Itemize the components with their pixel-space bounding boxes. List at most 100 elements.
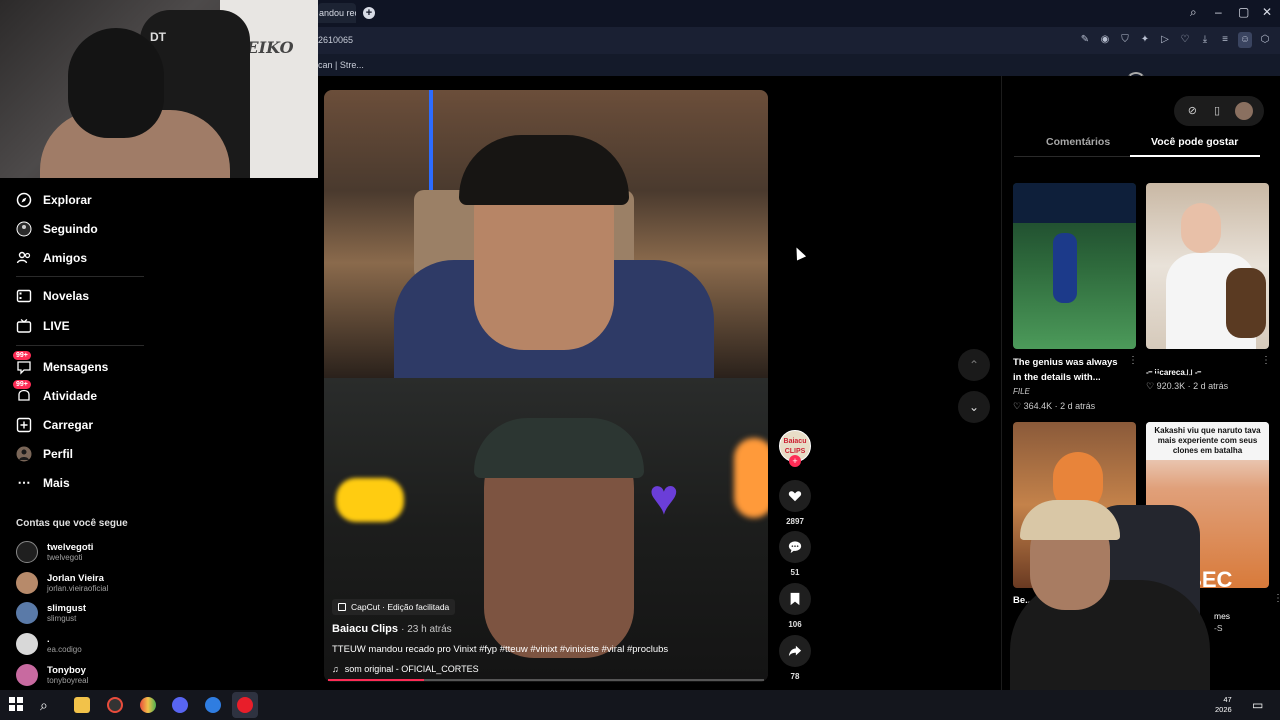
followed-account[interactable]: Tonyboy tonyboyreal: [16, 664, 88, 686]
shield-icon[interactable]: ⛉: [1118, 32, 1132, 48]
followed-account[interactable]: Jorlan Vieira jorlan.vieiraoficial: [16, 572, 108, 594]
video-yellow-light: [336, 478, 404, 522]
video-time: · 23 h atrás: [401, 624, 452, 635]
recommended-video-caption[interactable]: The genius was always in the details wit…: [1013, 355, 1125, 385]
save-button[interactable]: [779, 583, 811, 615]
followed-account[interactable]: . ea.codigo: [16, 633, 82, 655]
browser-tab[interactable]: andou reca: [318, 3, 356, 23]
camera-icon[interactable]: ◉: [1098, 32, 1112, 48]
video-sound[interactable]: ♫ som original - OFICIAL_CORTES: [332, 664, 752, 674]
sound-label: som original - OFICIAL_CORTES: [344, 664, 479, 674]
comment-button[interactable]: [779, 531, 811, 563]
file-explorer-icon[interactable]: [74, 697, 90, 713]
windows-start-icon[interactable]: [9, 697, 25, 713]
sidebar-item-label: Mais: [43, 476, 70, 490]
phone-icon[interactable]: ▯: [1210, 104, 1224, 118]
video-top-frame: [324, 90, 768, 390]
more-options-icon[interactable]: ⋮: [1261, 355, 1271, 366]
close-icon[interactable]: ✕: [1262, 5, 1272, 19]
account-username: slimgust: [47, 614, 77, 623]
video-progress-bar[interactable]: [328, 679, 764, 681]
opera-gx-icon[interactable]: [107, 697, 123, 713]
live-icon: [16, 318, 32, 334]
account-name: twelvegoti: [47, 542, 94, 553]
recommended-video-thumb[interactable]: [1146, 183, 1269, 349]
notification-icon[interactable]: ▭: [1252, 697, 1268, 713]
tab-voce-pode-gostar[interactable]: Você pode gostar: [1151, 136, 1238, 148]
messages-badge: 99+: [13, 351, 31, 360]
chrome-icon[interactable]: [140, 697, 156, 713]
save-action: 106: [779, 583, 811, 629]
sidebar-item-label: Perfil: [43, 447, 74, 461]
sidebar-item-label: LIVE: [43, 319, 70, 333]
compass-icon[interactable]: ⊘: [1185, 104, 1199, 118]
sidebar-item-label: Novelas: [43, 289, 90, 303]
clock-time: 47: [1223, 695, 1232, 704]
app-icon[interactable]: [205, 697, 221, 713]
sidebar-item-live[interactable]: LIVE: [16, 318, 70, 334]
bookmark-item[interactable]: can | Stre...: [318, 60, 364, 70]
account-name: Jorlan Vieira: [47, 573, 104, 584]
share-button[interactable]: [779, 635, 811, 667]
more-options-icon[interactable]: ⋮: [1128, 355, 1138, 366]
url-field[interactable]: 2610065: [318, 35, 353, 45]
recommended-video-tag: FILE: [1013, 387, 1030, 396]
user-avatar[interactable]: [1234, 102, 1253, 120]
taskbar-clock[interactable]: 47 2026: [1215, 695, 1232, 715]
right-panel-tools: ⊘ ▯: [1174, 96, 1264, 126]
webcam-overlay: YEIKO DT: [0, 0, 318, 178]
menu-icon[interactable]: ≡: [1218, 32, 1232, 48]
pencil-icon[interactable]: ✎: [1078, 32, 1092, 48]
recommended-video-thumb[interactable]: [1013, 183, 1136, 349]
sidebar-item-novelas[interactable]: Novelas: [16, 288, 89, 304]
clock-date: 2026: [1215, 705, 1232, 714]
download-icon[interactable]: ⤓: [1198, 32, 1212, 48]
more-options-icon[interactable]: ⋮: [1273, 593, 1280, 604]
search-icon[interactable]: ⌕: [40, 697, 56, 713]
extension-icon[interactable]: ✦: [1138, 32, 1152, 48]
discord-icon[interactable]: [172, 697, 188, 713]
sidebar-item-label: Carregar: [43, 418, 94, 432]
heart-icon[interactable]: ♡: [1178, 32, 1192, 48]
followed-account[interactable]: slimgust slimgust: [16, 602, 86, 624]
compass-icon: [16, 192, 32, 208]
sidebar-item-mais[interactable]: ⋯ Mais: [16, 475, 70, 491]
sidebar-item-atividade[interactable]: 99+ Atividade: [13, 380, 97, 404]
account-name: Tonyboy: [47, 665, 86, 676]
sidebar-item-label: Amigos: [43, 251, 88, 265]
cam-person-head: [68, 28, 164, 138]
profile-icon[interactable]: ☺: [1238, 32, 1252, 48]
sidebar-item-perfil[interactable]: Perfil: [16, 446, 73, 462]
video-lamp: [734, 438, 768, 518]
previous-video-button[interactable]: ⌃: [958, 349, 990, 381]
capcut-badge[interactable]: CapCut · Edição facilitada: [332, 599, 456, 615]
sidebar-item-carregar[interactable]: Carregar: [16, 417, 93, 433]
follow-plus-button[interactable]: +: [789, 455, 801, 467]
next-video-button[interactable]: ⌄: [958, 391, 990, 423]
like-button[interactable]: [779, 480, 811, 512]
search-icon[interactable]: ⌕: [1190, 5, 1197, 20]
new-tab-button[interactable]: +: [363, 7, 375, 19]
thumb-player: [1053, 233, 1077, 303]
minimize-icon[interactable]: –: [1215, 5, 1222, 19]
followed-account[interactable]: twelvegoti twelvegoti: [16, 541, 93, 563]
account-name: .: [47, 634, 50, 645]
tab-comentarios[interactable]: Comentários: [1046, 136, 1110, 148]
box-icon[interactable]: ⬡: [1258, 32, 1272, 48]
video-author[interactable]: Baiacu Clips: [332, 623, 398, 635]
sidebar-item-mensagens[interactable]: 99+ Mensagens: [13, 351, 108, 375]
save-count: 106: [788, 620, 802, 629]
sidebar-item-amigos[interactable]: Amigos: [16, 250, 87, 266]
sidebar-item-seguindo[interactable]: Seguindo: [16, 221, 98, 237]
video-description: TTEUW mandou recado pro Vinixt #fyp #tte…: [332, 644, 669, 655]
divider: [16, 345, 144, 346]
account-username: jorlan.vieiraoficial: [47, 584, 109, 593]
play-icon[interactable]: ▷: [1158, 32, 1172, 48]
video-player[interactable]: ♥ CapCut · Edição facilitada Baiacu Clip…: [324, 90, 768, 682]
opera-icon[interactable]: [237, 697, 253, 713]
account-name: slimgust: [47, 603, 87, 614]
avatar: [16, 572, 38, 594]
sidebar-item-explorar[interactable]: Explorar: [16, 192, 92, 208]
recommended-video-caption[interactable]: -᠆ ꜟꜟcareca꜌꜌ -᠆: [1146, 365, 1258, 380]
maximize-icon[interactable]: ▢: [1238, 5, 1249, 19]
